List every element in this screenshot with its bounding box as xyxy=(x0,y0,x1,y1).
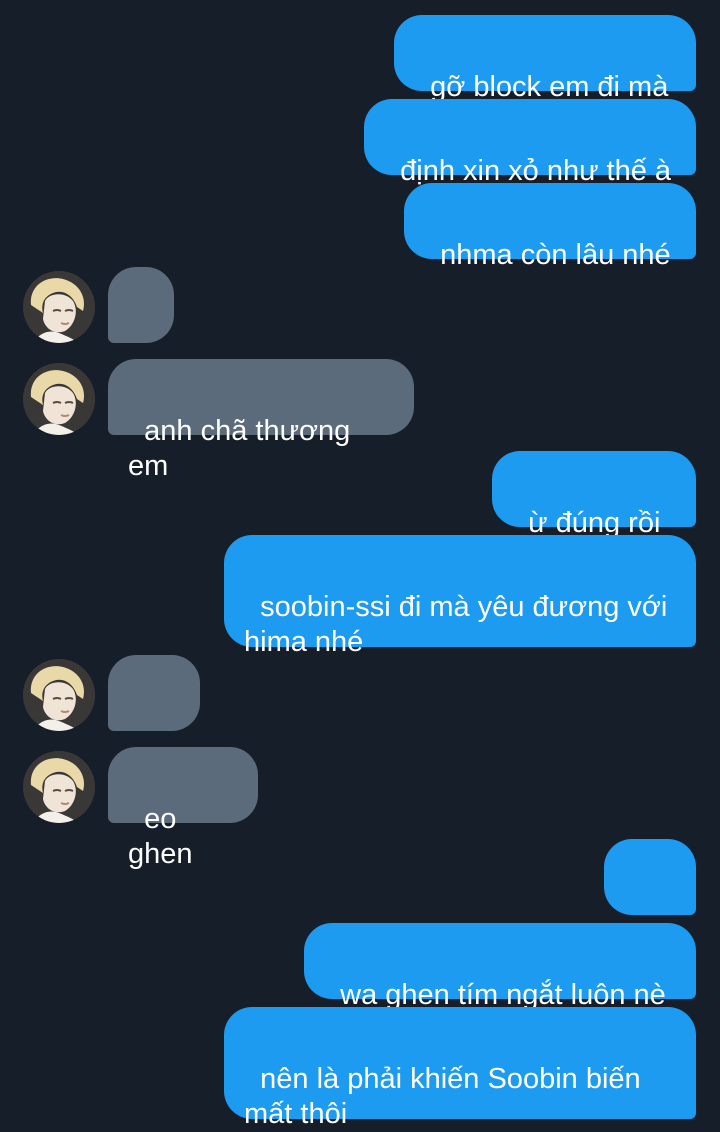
message-bubble-sent[interactable]: nên là phải khiến Soobin biến mất thôi xyxy=(224,1007,696,1130)
contact-avatar[interactable] xyxy=(23,751,95,823)
avatar-image xyxy=(23,271,95,343)
message-bubble-received[interactable]: eo ghen xyxy=(108,747,258,870)
contact-avatar[interactable] xyxy=(23,363,95,435)
message-bubble-received[interactable]: :)))) xyxy=(108,655,200,778)
message-bubble-sent[interactable]: ừ đúng rồi á xyxy=(492,451,696,574)
message-bubble-sent[interactable]: wa ghen tím ngắt luôn nè xyxy=(304,923,696,1011)
message-text: anh chã thương em xyxy=(128,415,359,482)
message-bubble-received[interactable]: ơ xyxy=(108,267,174,390)
message-bubble-sent[interactable]: định xin xỏ như thế à xyxy=(364,99,696,187)
message-text: soobin-ssi đi mà yêu đương với hima nhé xyxy=(244,591,676,658)
avatar-image xyxy=(23,659,95,731)
message-bubble-sent[interactable]: nhma còn lâu nhé xyxy=(404,183,696,271)
contact-avatar[interactable] xyxy=(23,271,95,343)
message-bubble-sent[interactable]: soobin-ssi đi mà yêu đương với hima nhé xyxy=(224,535,696,658)
message-text: eo ghen xyxy=(128,803,193,870)
message-bubble-sent[interactable]: :)))) xyxy=(604,839,696,962)
avatar-image xyxy=(23,363,95,435)
message-text: nên là phải khiến Soobin biến mất thôi xyxy=(244,1063,649,1130)
message-text: nhma còn lâu nhé xyxy=(440,239,671,271)
message-bubble-sent[interactable]: gỡ block em đi mà xyxy=(394,15,696,103)
message-bubble-received[interactable]: anh chã thương em xyxy=(108,359,414,482)
avatar-image xyxy=(23,751,95,823)
contact-avatar[interactable] xyxy=(23,659,95,731)
